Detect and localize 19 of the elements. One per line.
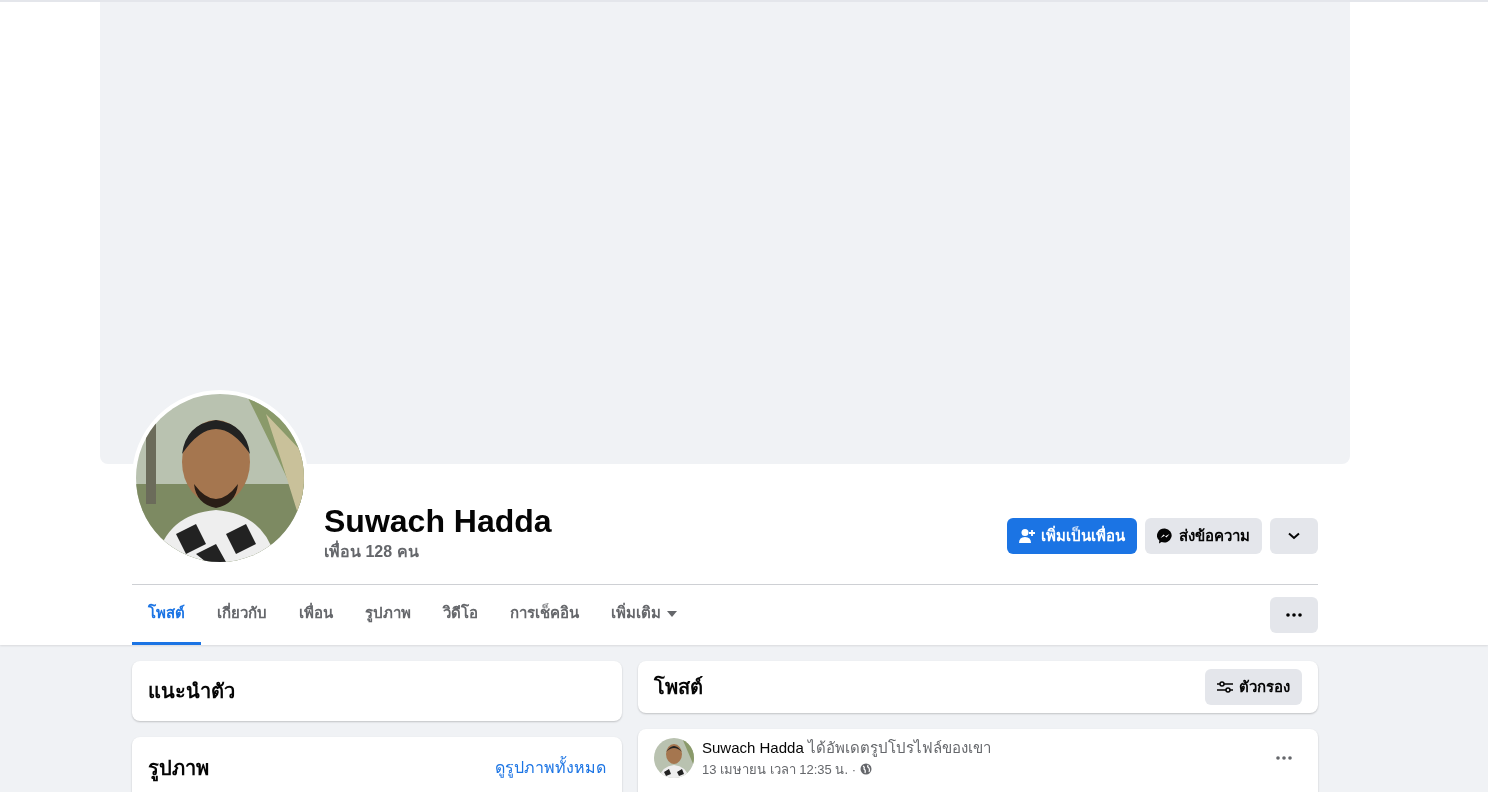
profile-tab[interactable]: รูปภาพ <box>349 585 427 645</box>
card-title: โพสต์ <box>654 674 703 700</box>
card-title: รูปภาพ <box>148 753 209 783</box>
add-friend-button[interactable]: เพิ่มเป็นเพื่อน <box>1007 518 1137 554</box>
profile-tab[interactable]: เพื่อน <box>283 585 349 645</box>
message-button[interactable]: ส่งข้อความ <box>1145 518 1262 554</box>
see-all-photos-link[interactable]: ดูรูปภาพทั้งหมด <box>495 756 606 780</box>
post-action-text: ได้อัพเดตรูปโปรไฟล์ของเขา <box>807 739 991 756</box>
profile-tab[interactable]: เพิ่มเติม <box>595 585 693 645</box>
friend-count: เพื่อน 128 คน <box>324 540 552 564</box>
filter-button[interactable]: ตัวกรอง <box>1205 669 1302 705</box>
author-link[interactable]: Suwach Hadda <box>702 739 804 756</box>
profile-tab[interactable]: เกี่ยวกับ <box>201 585 283 645</box>
profile-tab[interactable]: วิดีโอ <box>427 585 494 645</box>
profile-tab[interactable]: โพสต์ <box>132 585 201 645</box>
card-title: แนะนำตัว <box>148 679 235 704</box>
profile-name: Suwach Hadda <box>324 502 552 540</box>
post-time: 13 เมษายน เวลา 12:35 น. · <box>702 760 856 779</box>
profile-tab[interactable]: การเช็คอิน <box>494 585 595 645</box>
